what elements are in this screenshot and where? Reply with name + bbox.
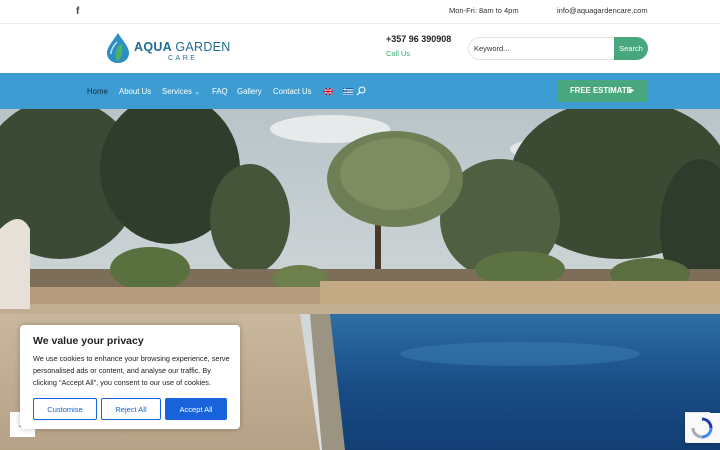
- nav-item-about-us[interactable]: About Us: [119, 87, 151, 96]
- accept-all-button[interactable]: Accept All: [165, 398, 227, 420]
- chevron-down-icon: ⌄: [194, 89, 200, 96]
- top-bar: f Mon-Fri: 8am to 4pm info@aquagardencar…: [0, 0, 720, 24]
- reject-all-button[interactable]: Reject All: [101, 398, 161, 420]
- nav-item-services-label: Services: [162, 87, 192, 96]
- free-estimate-label: FREE ESTIMATE: [570, 86, 632, 95]
- nav-item-faq[interactable]: FAQ: [212, 87, 228, 96]
- water-drop-leaf-icon: [107, 33, 129, 63]
- nav-item-home[interactable]: Home: [87, 87, 108, 96]
- phone-number[interactable]: +357 96 390908: [386, 34, 451, 44]
- logo-wordmark: AQUA GARDEN: [134, 40, 231, 54]
- cookie-consent-banner: We value your privacy We use cookies to …: [20, 325, 240, 429]
- search-icon[interactable]: [356, 86, 366, 96]
- logo-word-garden: GARDEN: [175, 40, 231, 54]
- logo-word-aqua: AQUA: [134, 40, 172, 54]
- uk-flag-icon[interactable]: [323, 88, 333, 95]
- site-header: AQUA GARDEN CARE +357 96 390908 Call Us …: [0, 24, 720, 73]
- greece-flag-icon[interactable]: [343, 88, 353, 95]
- nav-item-contact-us[interactable]: Contact Us: [273, 87, 312, 96]
- facebook-icon[interactable]: f: [76, 6, 84, 18]
- free-estimate-button[interactable]: FREE ESTIMATE ▶: [558, 80, 648, 102]
- site-logo[interactable]: AQUA GARDEN CARE: [105, 32, 230, 66]
- nav-item-services[interactable]: Services ⌄: [162, 87, 200, 96]
- search-input[interactable]: [468, 37, 614, 60]
- cookie-description: We use cookies to enhance your browsing …: [33, 354, 230, 387]
- email-link[interactable]: info@aquagardencare.com: [557, 6, 648, 15]
- business-hours: Mon-Fri: 8am to 4pm: [449, 6, 519, 15]
- cookie-title: We value your privacy: [33, 335, 144, 347]
- customise-button[interactable]: Customise: [33, 398, 97, 420]
- recaptcha-badge[interactable]: [685, 413, 720, 443]
- search-button[interactable]: Search: [614, 37, 648, 60]
- call-us-label[interactable]: Call Us: [386, 49, 410, 58]
- logo-subtitle: CARE: [168, 55, 198, 62]
- caret-right-icon: ▶: [629, 88, 634, 94]
- recaptcha-icon: [691, 417, 713, 439]
- nav-item-gallery[interactable]: Gallery: [237, 87, 262, 96]
